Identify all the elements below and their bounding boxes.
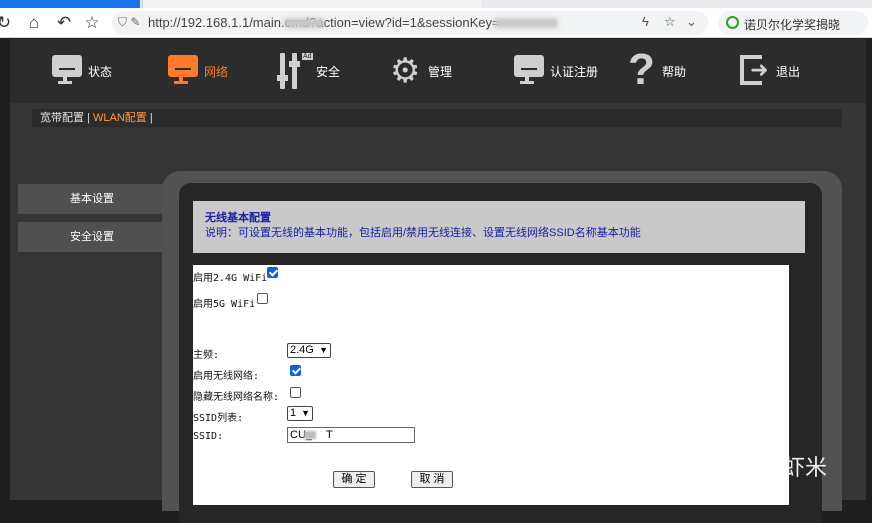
enable-wireless-checkbox[interactable]: [290, 365, 301, 376]
monitor-icon: [50, 51, 84, 91]
band-select[interactable]: 2.4G ▼: [287, 343, 331, 358]
page-content: 状态 网络 Ad 安全 ⚙ 管理 认证注册 ? 帮助 ➜ 退出 宽带配置 | W…: [0, 39, 872, 523]
nav-label: 状态: [88, 64, 113, 79]
chevron-down-icon: ▼: [301, 408, 310, 418]
wifi5-checkbox[interactable]: [257, 293, 268, 304]
ssid-list-select[interactable]: 1 ▼: [287, 406, 313, 421]
nav-label: 认证注册: [550, 64, 599, 79]
chevron-down-icon[interactable]: ⌄: [686, 14, 697, 30]
info-box: 无线基本配置 说明：可设置无线的基本功能，包括启用/禁用无线连接、设置无线网络S…: [193, 201, 805, 253]
search-text[interactable]: 诺贝尔化学奖揭晓: [744, 16, 840, 33]
sidebar-item-security-settings[interactable]: 安全设置: [18, 222, 166, 252]
sliders-icon: Ad: [277, 51, 313, 91]
ssid-list-value: 1: [290, 407, 297, 419]
wifi24-checkbox[interactable]: [267, 267, 278, 278]
search-engine-icon: [726, 16, 739, 29]
watermark: 知乎 @虾米: [710, 456, 827, 481]
nav-item-network[interactable]: 网络: [166, 45, 228, 97]
shield-icon: ⛉ ✎: [118, 15, 141, 29]
bookmark-star-icon[interactable]: ☆: [664, 14, 676, 30]
band-label: 主频:: [193, 350, 220, 361]
browser-tab[interactable]: [142, 0, 482, 8]
active-tab[interactable]: [0, 0, 140, 8]
star-icon[interactable]: ☆: [82, 13, 102, 33]
blurred-redaction: [304, 431, 316, 439]
breadcrumb-separator: |: [84, 112, 93, 124]
lightning-icon[interactable]: ϟ: [642, 14, 649, 29]
sidebar-item-basic-settings[interactable]: 基本设置: [18, 184, 166, 214]
nav-item-status[interactable]: 状态: [50, 45, 112, 97]
nav-label: 网络: [204, 64, 229, 79]
nav-label: 安全: [316, 64, 341, 79]
blurred-redaction: [284, 18, 324, 28]
breadcrumb-broadband[interactable]: 宽带配置: [40, 112, 84, 124]
nav-item-logout[interactable]: ➜ 退出: [738, 45, 800, 97]
blurred-redaction: [494, 18, 558, 28]
band-value: 2.4G: [290, 344, 314, 356]
nav-label: 管理: [428, 64, 453, 79]
home-icon[interactable]: ⌂: [24, 13, 44, 33]
hide-ssid-checkbox[interactable]: [290, 387, 301, 398]
sidebar: 基本设置 安全设置: [18, 184, 166, 260]
info-title: 无线基本配置: [205, 212, 271, 224]
ssid-input[interactable]: CU_ T: [287, 427, 415, 443]
nav-item-help[interactable]: ? 帮助: [624, 45, 686, 97]
breadcrumb: 宽带配置 | WLAN配置 |: [32, 109, 842, 127]
confirm-button[interactable]: 确 定: [333, 471, 375, 488]
reload-icon[interactable]: ↻: [0, 13, 14, 33]
search-box[interactable]: 诺贝尔化学奖揭晓: [718, 11, 868, 35]
browser-toolbar: ↻ ⌂ ↶ ☆ ⛉ ✎ http://192.168.1.1/main.cmd?…: [0, 8, 872, 38]
breadcrumb-wlan[interactable]: WLAN配置: [93, 112, 147, 124]
tab-strip: [0, 0, 872, 8]
info-description: 说明：可设置无线的基本功能，包括启用/禁用无线连接、设置无线网络SSID名称基本…: [205, 227, 641, 239]
ssid-label: SSID:: [193, 431, 224, 442]
enable-wireless-label: 启用无线网络:: [193, 371, 260, 382]
wireless-form: 启用2.4G WiFi 启用5G WiFi 主频: 2.4G ▼ 启用无线网络: …: [193, 265, 789, 505]
wifi5-label: 启用5G WiFi: [193, 299, 256, 310]
router-frame: 状态 网络 Ad 安全 ⚙ 管理 认证注册 ? 帮助 ➜ 退出 宽带配置 | W…: [10, 39, 866, 523]
ssid-value-end: T: [326, 429, 333, 441]
nav-item-management[interactable]: ⚙ 管理: [390, 45, 452, 97]
cancel-button[interactable]: 取 消: [411, 471, 453, 488]
nav-label: 帮助: [662, 64, 687, 79]
address-bar[interactable]: ⛉ ✎ http://192.168.1.1/main.cmd?action=v…: [112, 11, 708, 35]
undo-icon[interactable]: ↶: [54, 13, 74, 33]
chevron-down-icon: ▼: [319, 345, 328, 355]
breadcrumb-separator: |: [146, 112, 153, 124]
ssid-list-label: SSID列表:: [193, 413, 244, 424]
wifi24-label: 启用2.4G WiFi: [193, 273, 268, 284]
monitor-icon: [166, 51, 200, 91]
hide-ssid-label: 隐藏无线网络名称:: [193, 392, 280, 403]
monitor-icon: [512, 51, 546, 91]
nav-item-auth-register[interactable]: 认证注册: [512, 45, 598, 97]
top-nav: 状态 网络 Ad 安全 ⚙ 管理 认证注册 ? 帮助 ➜ 退出: [10, 39, 866, 103]
nav-label: 退出: [776, 64, 801, 79]
question-icon: ?: [628, 45, 655, 94]
gears-icon: ⚙: [390, 52, 421, 90]
nav-item-security[interactable]: Ad 安全: [277, 45, 341, 97]
exit-icon: ➜: [738, 51, 772, 91]
